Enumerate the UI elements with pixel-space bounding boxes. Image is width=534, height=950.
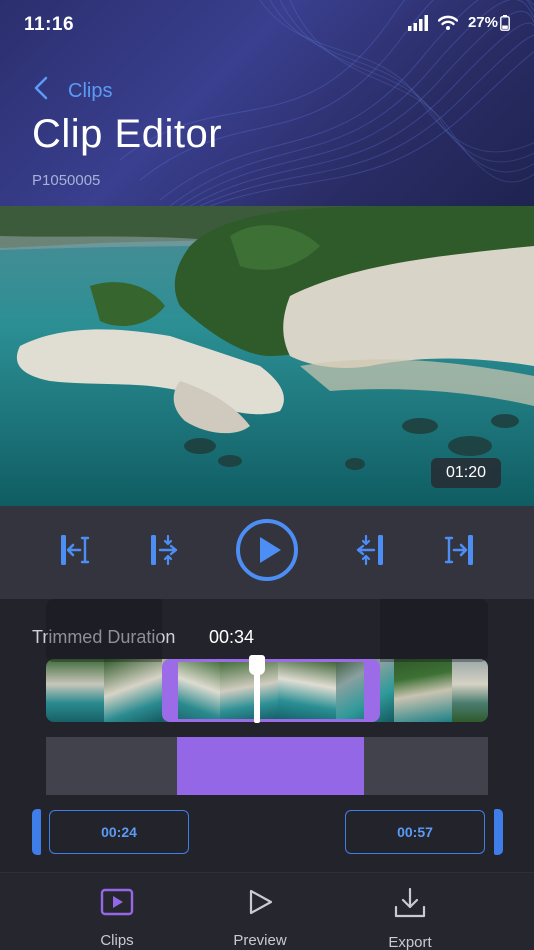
preview-icon xyxy=(243,887,277,922)
playback-controls xyxy=(0,506,534,599)
clips-icon xyxy=(100,887,134,922)
trim-range-selected[interactable] xyxy=(177,737,364,795)
back-label: Clips xyxy=(68,79,113,102)
trim-panel: Trimmed Duration 00:34 00:24 00:57 xyxy=(0,599,534,872)
tab-preview-label: Preview xyxy=(233,932,287,949)
trim-end-time-field[interactable]: 00:57 xyxy=(345,810,485,854)
trim-start-time-field[interactable]: 00:24 xyxy=(49,810,189,854)
filmstrip-frame xyxy=(394,659,452,722)
split-after-icon xyxy=(352,532,388,573)
trim-selection-handles[interactable] xyxy=(162,659,380,722)
status-bar: 11:16 27% xyxy=(0,0,534,52)
status-indicators: 27% xyxy=(407,14,510,31)
tab-export[interactable]: Export xyxy=(360,887,460,950)
split-after-button[interactable] xyxy=(348,506,392,599)
split-before-icon xyxy=(146,532,182,573)
range-start-marker xyxy=(32,809,41,855)
wifi-icon xyxy=(437,15,458,31)
tab-export-label: Export xyxy=(388,934,432,950)
playhead-handle[interactable] xyxy=(249,655,265,675)
filmstrip-frame xyxy=(104,659,162,722)
video-preview[interactable]: 01:20 xyxy=(0,206,534,506)
trim-start-button[interactable] xyxy=(52,506,96,599)
split-before-button[interactable] xyxy=(142,506,186,599)
tab-preview[interactable]: Preview xyxy=(210,887,310,949)
battery-percentage: 27% xyxy=(467,14,498,31)
trim-end-button[interactable] xyxy=(438,506,482,599)
battery-icon xyxy=(500,14,510,31)
filmstrip-frame xyxy=(46,659,104,722)
range-end-marker xyxy=(494,809,503,855)
filmstrip-excluded-start xyxy=(46,599,162,662)
clip-id: P1050005 xyxy=(32,172,101,189)
tab-clips-label: Clips xyxy=(100,932,134,949)
trimmed-duration-value: 00:34 xyxy=(209,627,255,647)
filmstrip-frame xyxy=(452,659,488,722)
play-icon xyxy=(235,518,299,587)
play-button[interactable] xyxy=(234,506,300,599)
trim-end-icon xyxy=(442,532,478,573)
export-icon xyxy=(393,887,427,924)
cellular-signal-icon xyxy=(407,14,428,31)
tab-clips[interactable]: Clips xyxy=(67,887,167,949)
back-button[interactable]: Clips xyxy=(34,76,112,106)
chevron-left-icon xyxy=(34,76,48,106)
filmstrip-excluded-end xyxy=(380,599,488,662)
tab-bar: Clips Preview Export xyxy=(0,872,534,950)
header: 11:16 27% Clips Clip Editor P1050005 xyxy=(0,0,534,206)
page-title: Clip Editor xyxy=(32,112,223,156)
playback-time-badge: 01:20 xyxy=(431,458,501,488)
status-time: 11:16 xyxy=(24,14,75,35)
trim-start-icon xyxy=(56,532,92,573)
